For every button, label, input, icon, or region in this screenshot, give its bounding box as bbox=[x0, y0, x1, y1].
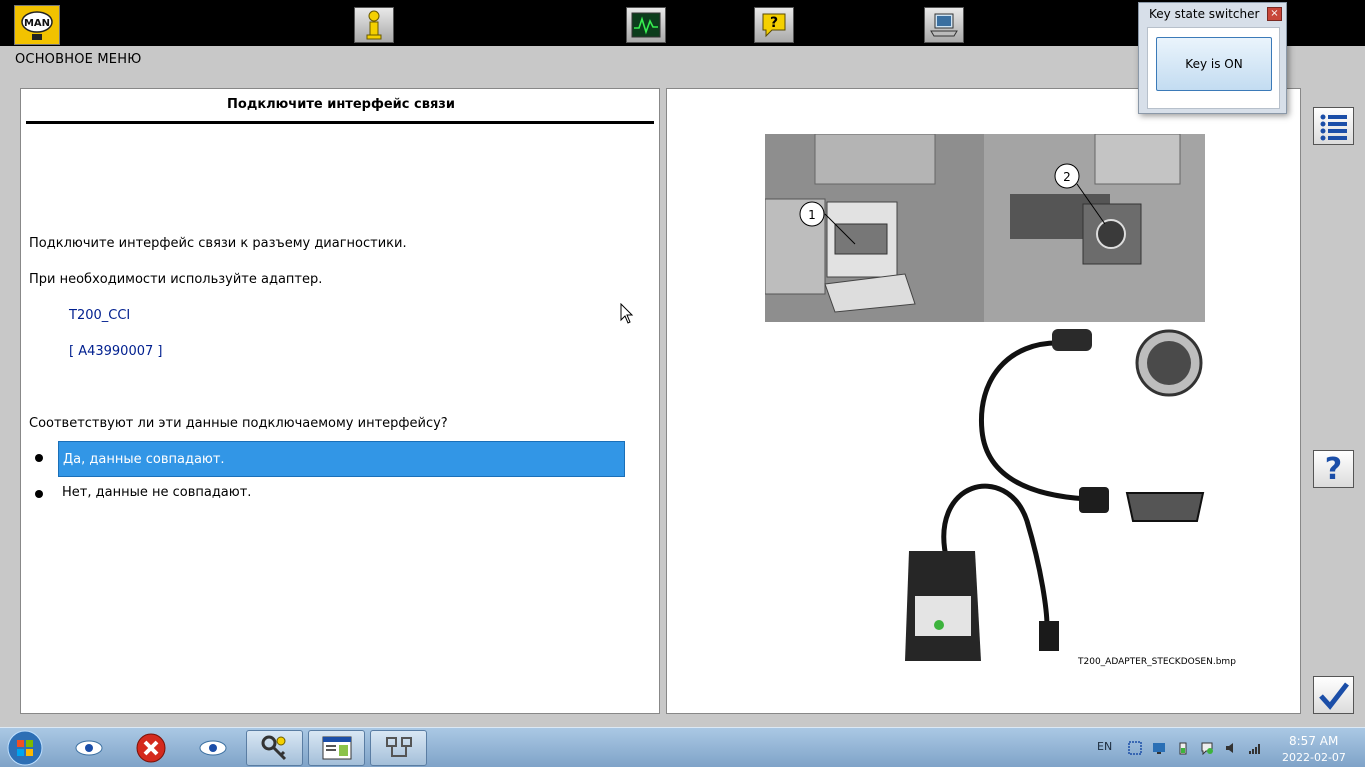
option-yes[interactable]: Да, данные совпадают. bbox=[58, 441, 625, 477]
list-button[interactable] bbox=[1313, 107, 1354, 145]
red-x-icon bbox=[136, 733, 166, 763]
bullet-icon bbox=[35, 454, 43, 462]
computer-button[interactable] bbox=[924, 7, 964, 43]
question-text: Соответствуют ли эти данные подключаемом… bbox=[29, 416, 448, 431]
main-menu-title: ОСНОВНОЕ МЕНЮ bbox=[15, 52, 142, 67]
taskbar-app-close[interactable] bbox=[132, 730, 170, 766]
instruction-line-1: Подключите интерфейс связи к разъему диа… bbox=[29, 236, 407, 251]
option-no[interactable]: Нет, данные не совпадают. bbox=[58, 485, 625, 505]
man-logo-button[interactable]: MAN bbox=[14, 5, 60, 45]
tray-signal-icon[interactable] bbox=[1248, 741, 1262, 755]
svg-text:?: ? bbox=[770, 15, 778, 31]
man-logo-icon: MAN bbox=[21, 11, 53, 40]
tray-volume-icon[interactable] bbox=[1224, 741, 1238, 755]
key-state-button[interactable]: Key is ON bbox=[1156, 37, 1272, 91]
callout-2: 2 bbox=[1063, 170, 1071, 184]
image-caption: T200_ADAPTER_STECKDOSEN.bmp bbox=[1078, 657, 1236, 667]
dialog-title: Key state switcher bbox=[1149, 7, 1260, 21]
taskbar: EN 8:57 AM 2022-02-07 bbox=[0, 727, 1365, 767]
callout-1: 1 bbox=[808, 208, 816, 222]
taskbar-app-eye-2[interactable] bbox=[194, 730, 232, 766]
tray-selection-icon[interactable] bbox=[1128, 741, 1142, 755]
header-divider bbox=[26, 121, 654, 124]
bullet-icon bbox=[35, 490, 43, 498]
help-button[interactable]: ? bbox=[1313, 450, 1354, 488]
dialog-body: Key is ON bbox=[1147, 27, 1280, 109]
laptop-icon bbox=[930, 13, 958, 37]
window-app-icon bbox=[322, 736, 351, 760]
tray-battery-icon[interactable] bbox=[1176, 741, 1190, 755]
adapter-cable-illustration bbox=[905, 329, 1205, 661]
language-indicator[interactable]: EN bbox=[1097, 740, 1112, 753]
taskbar-app-diagram[interactable] bbox=[370, 730, 427, 766]
measurement-button[interactable] bbox=[626, 7, 666, 43]
keys-icon bbox=[261, 735, 286, 761]
panel-header: Подключите интерфейс связи bbox=[227, 97, 455, 112]
svg-text:MAN: MAN bbox=[24, 18, 50, 29]
info-button[interactable] bbox=[354, 7, 394, 43]
taskbar-app-keys[interactable] bbox=[246, 730, 303, 766]
adapter-name: T200_CCI bbox=[69, 308, 131, 323]
diagram-app-icon bbox=[385, 737, 412, 757]
eye-icon bbox=[75, 740, 103, 756]
instruction-panel: Подключите интерфейс связи Подключите ин… bbox=[20, 88, 660, 714]
help-question-icon: ? bbox=[762, 13, 786, 38]
image-panel: 1 2 T200_ADAPTER_STECKDOSEN.bmp bbox=[666, 88, 1301, 714]
close-icon[interactable]: × bbox=[1267, 7, 1282, 21]
start-button[interactable] bbox=[4, 730, 46, 766]
adapter-code: [ A43990007 ] bbox=[69, 344, 163, 359]
key-state-dialog: Key state switcher × Key is ON bbox=[1138, 2, 1287, 114]
confirm-button[interactable] bbox=[1313, 676, 1354, 714]
mouse-cursor-icon bbox=[620, 303, 634, 324]
clock-time[interactable]: 8:57 AM bbox=[1289, 734, 1338, 748]
help-toolbar-button[interactable]: ? bbox=[754, 7, 794, 43]
taskbar-app-eye-1[interactable] bbox=[70, 730, 108, 766]
clock-date[interactable]: 2022-02-07 bbox=[1282, 751, 1346, 764]
tray-network-icon[interactable] bbox=[1152, 741, 1166, 755]
help-icon: ? bbox=[1324, 451, 1343, 487]
list-icon bbox=[1320, 114, 1347, 141]
instruction-line-2: При необходимости используйте адаптер. bbox=[29, 272, 323, 287]
taskbar-app-window[interactable] bbox=[308, 730, 365, 766]
windows-start-icon bbox=[7, 730, 43, 766]
eye-icon bbox=[199, 740, 227, 756]
oscilloscope-icon bbox=[631, 12, 661, 38]
tray-action-center-icon[interactable] bbox=[1200, 741, 1214, 755]
person-info-icon bbox=[366, 10, 382, 40]
diagnostic-socket-photo: 1 2 bbox=[765, 134, 1205, 322]
checkmark-icon bbox=[1318, 682, 1349, 710]
